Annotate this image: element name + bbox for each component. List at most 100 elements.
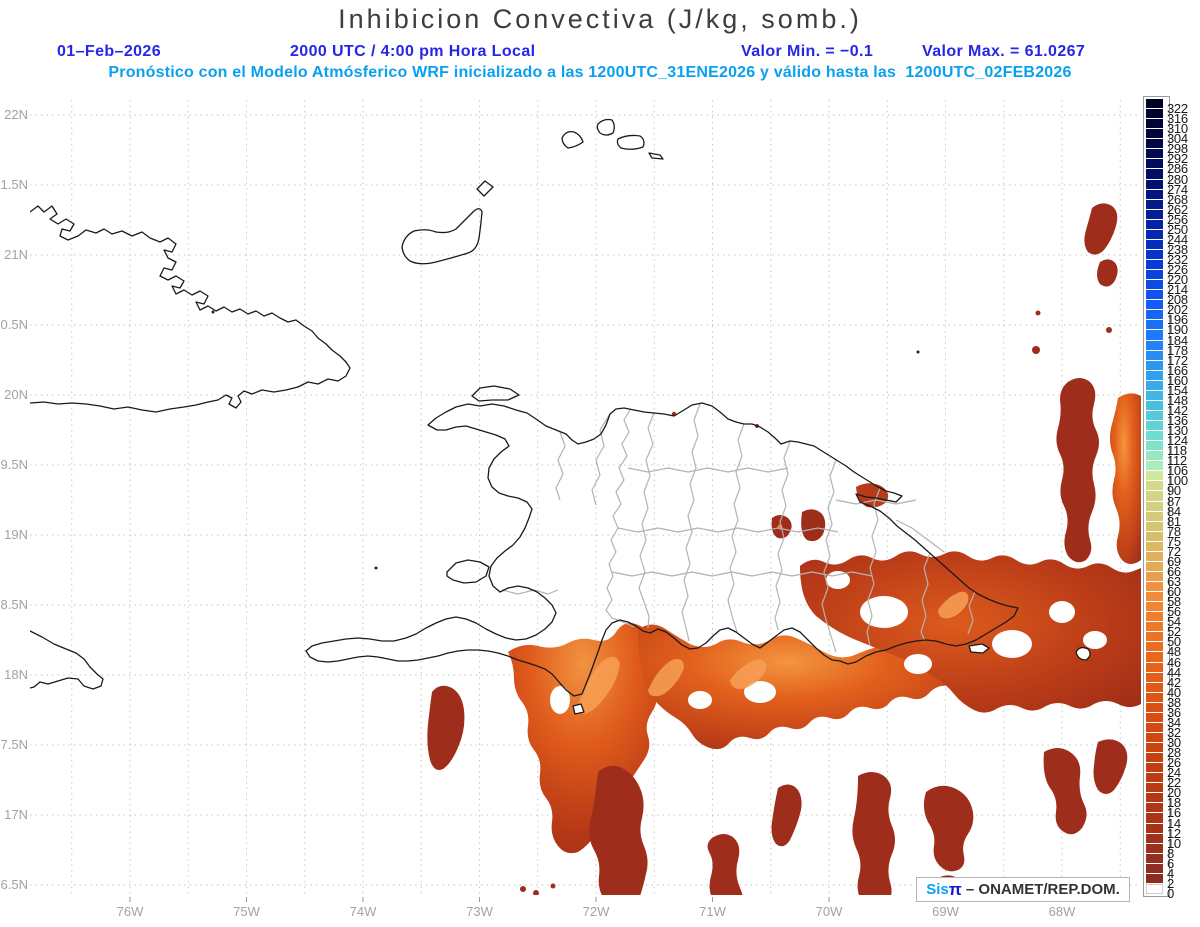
colorbar-box [1146,310,1163,321]
lon-tick-label: 74W [349,904,377,919]
colorbar-box [1146,783,1163,794]
cin-dark-blobs [427,203,1128,895]
colorbar-box [1146,99,1163,110]
lat-tick-label: 20N [4,387,28,402]
lon-tick-label: 71W [699,904,726,919]
colorbar-box [1146,773,1163,784]
colorbar-box [1146,722,1163,733]
colorbar-box [1146,119,1163,130]
credit-box: Sis π – ONAMET/REP.DOM. [916,877,1130,902]
colorbar-box [1146,451,1163,462]
lon-tick-label: 72W [582,904,610,919]
colorbar-box [1146,612,1163,623]
colorbar-box [1146,602,1163,613]
colorbar-box [1146,491,1163,502]
colorbar-box [1146,853,1163,864]
cin-shading [427,203,1141,895]
tortue-island [471,385,520,402]
colorbar-box [1146,239,1163,250]
colorbar-box [1146,682,1163,693]
lat-tick-label: 7.5N [0,737,28,752]
colorbar-box [1146,883,1163,894]
colorbar-box [1146,169,1163,180]
colorbar-box [1146,320,1163,331]
colorbar-box [1146,431,1163,442]
colorbar-box [1146,843,1163,854]
colorbar-box [1146,350,1163,361]
colorbar-box [1146,592,1163,603]
colorbar-box [1146,300,1163,311]
colorbar-box [1146,471,1163,482]
turks-caicos-islands [561,118,664,160]
colorbar-box [1146,229,1163,240]
colorbar-box [1146,833,1163,844]
colorbar-box [1146,672,1163,683]
weather-map-page: Inhibicion Convectiva (J/kg, somb.) 01–F… [0,0,1200,927]
colorbar-box [1146,199,1163,210]
colorbar-box [1146,280,1163,291]
colorbar-box [1146,441,1163,452]
colorbar-box [1146,732,1163,743]
lon-tick-label: 69W [932,904,959,919]
colorbar-box [1146,189,1163,200]
map-canvas [30,100,1141,902]
colorbar-box [1146,863,1163,874]
colorbar-box [1146,652,1163,663]
colorbar-box [1146,270,1163,281]
colorbar-box [1146,743,1163,754]
lon-tick-label: 73W [466,904,493,919]
colorbar-box [1146,541,1163,552]
colorbar-box [1146,511,1163,522]
colorbar-box [1146,139,1163,150]
colorbar-box [1146,370,1163,381]
lon-tick-label: 68W [1048,904,1076,919]
lat-tick-label: 18N [4,667,28,682]
colorbar-box [1146,340,1163,351]
colorbar-box [1146,531,1163,542]
colorbar-box [1146,793,1163,804]
colorbar-box [1146,179,1163,190]
colorbar-box [1146,813,1163,824]
colorbar-box [1146,632,1163,643]
colorbar-box [1146,561,1163,572]
cin-blob [1110,393,1141,564]
colorbar-box [1146,712,1163,723]
colorbar-box [1146,400,1163,411]
colorbar-boxes [1146,99,1167,894]
colorbar-box [1146,702,1163,713]
jamaica-coastline [30,630,104,690]
colorbar-box [1146,551,1163,562]
lat-tick-label: 21N [4,247,28,262]
colorbar-box [1146,249,1163,260]
credit-sis-label: Sis [926,881,949,898]
great-inagua-island [401,208,483,265]
lon-tick-label: 76W [116,904,144,919]
colorbar-box [1146,501,1163,512]
colorbar-box [1146,803,1163,814]
colorbar-tick-label: 0 [1167,886,1174,901]
lat-tick-label: 17N [4,807,28,822]
lon-tick-label: 75W [233,904,260,919]
colorbar-box [1146,360,1163,371]
colorbar-box [1146,421,1163,432]
credit-onamet-label: – ONAMET/REP.DOM. [961,881,1120,898]
lon-tick-label: 70W [815,904,843,919]
lat-tick-label: 8.5N [0,597,28,612]
colorbar-box [1146,390,1163,401]
credit-pi-logo: π [948,880,962,899]
colorbar-box [1146,753,1163,764]
colorbar-box [1146,873,1163,884]
colorbar [1143,96,1170,897]
colorbar-box [1146,521,1163,532]
lat-tick-label: 0.5N [0,317,28,332]
colorbar-box [1146,149,1163,160]
colorbar-box [1146,622,1163,633]
cuba-coastline [30,205,351,413]
lat-tick-label: 9.5N [0,457,28,472]
colorbar-box [1146,481,1163,492]
gonave-island [446,559,490,584]
colorbar-box [1146,571,1163,582]
colorbar-box [1146,662,1163,673]
colorbar-box [1146,209,1163,220]
colorbar-box [1146,109,1163,120]
